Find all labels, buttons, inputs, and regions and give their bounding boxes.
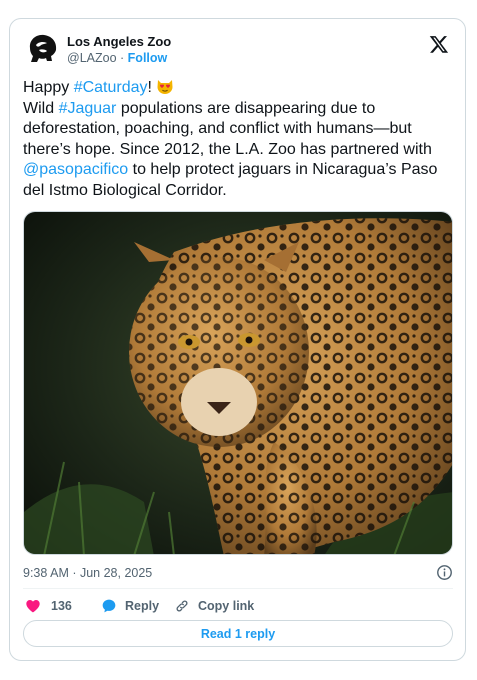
tweet-media-image[interactable] bbox=[23, 211, 453, 555]
tweet-actions: 136 Reply Copy link bbox=[23, 595, 453, 617]
copy-link-label: Copy link bbox=[198, 599, 255, 613]
tweet-paragraph-2: Wild #Jaguar populations are disappearin… bbox=[23, 99, 438, 199]
tweet-line-1: Happy #Caturday! bbox=[23, 77, 458, 99]
reply-button[interactable]: Reply bbox=[101, 595, 159, 617]
mention-pasopacifico[interactable]: @pasopacifico bbox=[23, 161, 128, 178]
info-icon[interactable] bbox=[436, 564, 453, 581]
tweet-timestamp[interactable]: 9:38 AM · Jun 28, 2025 bbox=[23, 566, 152, 580]
reply-bubble-icon bbox=[102, 599, 116, 613]
x-logo-icon[interactable] bbox=[429, 34, 449, 54]
author-handle-row: @LAZoo · Follow bbox=[67, 50, 171, 66]
divider bbox=[23, 588, 453, 589]
avatar[interactable] bbox=[25, 31, 61, 67]
reply-label: Reply bbox=[125, 599, 160, 613]
link-icon bbox=[176, 600, 188, 612]
read-replies-label: Read 1 reply bbox=[200, 626, 276, 641]
heart-eyes-cat-icon bbox=[156, 77, 174, 95]
heart-icon bbox=[26, 600, 40, 613]
handle-separator: · bbox=[120, 51, 125, 65]
jaguar-photo bbox=[24, 212, 452, 554]
gorilla-logo-icon bbox=[29, 34, 57, 62]
author-handle[interactable]: @LAZoo bbox=[67, 51, 117, 65]
hashtag-caturday[interactable]: #Caturday bbox=[74, 79, 148, 96]
tweet-header: Los Angeles Zoo @LAZoo · Follow bbox=[25, 31, 453, 67]
read-replies-button[interactable]: Read 1 reply bbox=[23, 620, 453, 647]
like-button[interactable]: 136 bbox=[25, 595, 72, 617]
follow-button[interactable]: Follow bbox=[128, 51, 168, 65]
tweet-card: Los Angeles Zoo @LAZoo · Follow Happy #C… bbox=[9, 18, 466, 661]
author-display-name[interactable]: Los Angeles Zoo bbox=[67, 33, 171, 50]
timestamp-row: 9:38 AM · Jun 28, 2025 bbox=[23, 564, 453, 584]
author-names: Los Angeles Zoo @LAZoo · Follow bbox=[67, 33, 171, 66]
tweet-text: Happy #Caturday! Wild #Jaguar population… bbox=[23, 77, 458, 201]
hashtag-jaguar[interactable]: #Jaguar bbox=[59, 100, 117, 117]
like-count: 136 bbox=[51, 599, 72, 613]
copy-link-button[interactable]: Copy link bbox=[174, 595, 254, 617]
